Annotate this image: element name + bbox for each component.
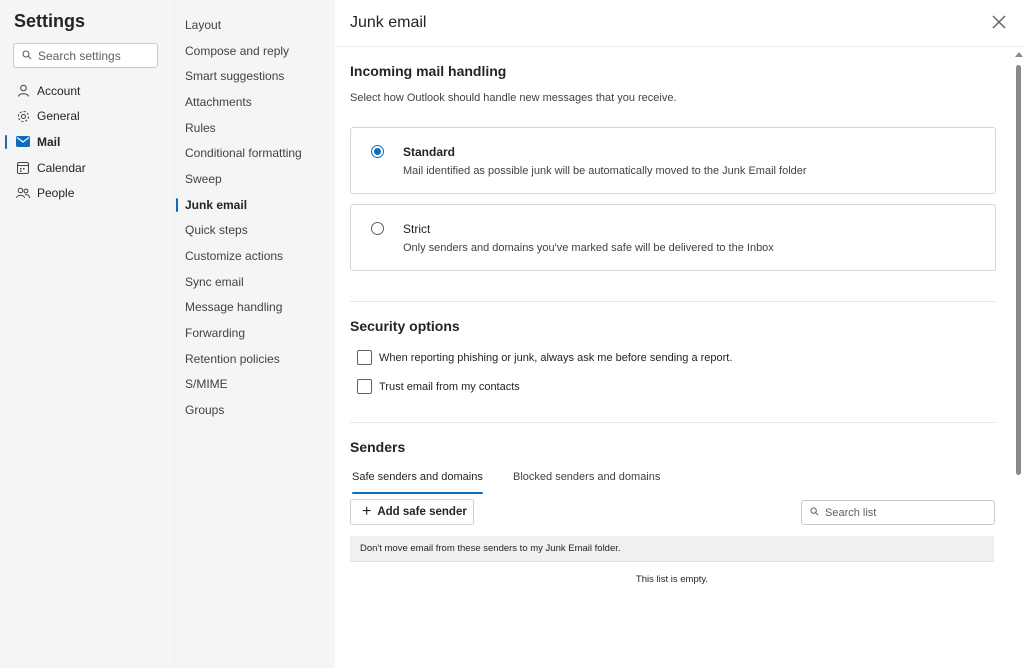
subnav-item-customize-actions[interactable]: Customize actions <box>175 243 336 269</box>
person-icon <box>16 84 30 98</box>
mail-settings-list: Layout Compose and reply Smart suggestio… <box>175 12 336 423</box>
senders-heading: Senders <box>350 439 406 455</box>
subnav-item-sweep[interactable]: Sweep <box>175 166 336 192</box>
empty-list-message: This list is empty. <box>635 574 709 585</box>
phishing-report-option[interactable]: When reporting phishing or junk, always … <box>357 350 732 365</box>
page-title: Junk email <box>350 14 427 31</box>
nav-item-label: People <box>37 186 75 201</box>
subnav-item-message-handling[interactable]: Message handling <box>175 295 336 321</box>
search-icon <box>810 506 825 519</box>
nav-item-label: Mail <box>37 134 61 149</box>
subnav-item-groups[interactable]: Groups <box>175 397 336 423</box>
calendar-icon <box>16 161 30 175</box>
plus-icon: + <box>362 503 372 520</box>
subnav-item-conditional-formatting[interactable]: Conditional formatting <box>175 140 336 166</box>
section-divider <box>350 301 996 302</box>
subnav-item-sync-email[interactable]: Sync email <box>175 269 336 295</box>
panel-header: Junk email <box>335 0 1024 47</box>
standard-option-card[interactable]: Standard Mail identified as possible jun… <box>350 127 996 194</box>
subnav-item-rules[interactable]: Rules <box>175 115 336 141</box>
subnav-item-smart-suggestions[interactable]: Smart suggestions <box>175 63 336 89</box>
add-safe-sender-button[interactable]: + Add safe sender <box>350 499 474 525</box>
search-list-placeholder: Search list <box>825 506 877 519</box>
subnav-item-compose-and-reply[interactable]: Compose and reply <box>175 38 336 64</box>
strict-description: Only senders and domains you've marked s… <box>403 242 774 254</box>
subnav-item-smime[interactable]: S/MIME <box>175 372 336 398</box>
search-settings-input[interactable]: Search settings <box>13 43 158 68</box>
standard-description: Mail identified as possible junk will be… <box>403 165 807 177</box>
people-icon <box>16 186 30 200</box>
phishing-report-label: When reporting phishing or junk, always … <box>379 351 733 364</box>
trust-contacts-option[interactable]: Trust email from my contacts <box>357 379 520 394</box>
close-icon <box>992 15 1006 29</box>
strict-radio[interactable] <box>371 222 384 235</box>
standard-label: Standard <box>403 145 456 159</box>
scroll-up-arrow[interactable] <box>1015 52 1023 57</box>
search-list-input[interactable]: Search list <box>801 500 995 525</box>
nav-item-general[interactable]: General <box>0 104 174 130</box>
standard-radio[interactable] <box>371 145 384 158</box>
subnav-item-attachments[interactable]: Attachments <box>175 89 336 115</box>
incoming-mail-heading: Incoming mail handling <box>350 63 507 79</box>
search-icon <box>22 49 38 63</box>
search-settings-placeholder: Search settings <box>38 48 121 63</box>
nav-list: Account General Mail Calendar People <box>0 78 174 206</box>
subnav-item-junk-email[interactable]: Junk email <box>175 192 336 218</box>
incoming-mail-description: Select how Outlook should handle new mes… <box>350 92 677 104</box>
nav-item-account[interactable]: Account <box>0 78 174 104</box>
subnav-item-quick-steps[interactable]: Quick steps <box>175 218 336 244</box>
close-button[interactable] <box>990 13 1008 31</box>
subnav-item-forwarding[interactable]: Forwarding <box>175 320 336 346</box>
nav-item-people[interactable]: People <box>0 180 174 206</box>
phishing-report-checkbox[interactable] <box>357 350 372 365</box>
settings-title: Settings <box>14 11 86 31</box>
nav-item-mail[interactable]: Mail <box>0 129 174 155</box>
nav-item-label: Account <box>37 83 81 98</box>
tab-blocked-senders[interactable]: Blocked senders and domains <box>513 471 660 491</box>
nav-item-label: Calendar <box>37 160 86 175</box>
add-safe-sender-label: Add safe sender <box>377 506 467 518</box>
junk-email-panel: Junk email Incoming mail handling Select… <box>335 0 1024 668</box>
strict-label: Strict <box>403 222 431 236</box>
mail-icon <box>16 135 30 149</box>
strict-option-card[interactable]: Strict Only senders and domains you've m… <box>350 204 996 271</box>
subnav-item-layout[interactable]: Layout <box>175 12 336 38</box>
scrollbar-thumb[interactable] <box>1016 65 1021 475</box>
section-divider <box>350 422 996 423</box>
gear-icon <box>16 109 30 123</box>
mail-settings-nav: Layout Compose and reply Smart suggestio… <box>174 0 335 668</box>
nav-item-label: General <box>37 109 80 124</box>
nav-item-calendar[interactable]: Calendar <box>0 155 174 181</box>
settings-nav: Settings Search settings Account General… <box>0 0 174 668</box>
trust-contacts-label: Trust email from my contacts <box>379 380 520 393</box>
security-options-heading: Security options <box>350 318 460 334</box>
tab-safe-senders[interactable]: Safe senders and domains <box>352 471 483 494</box>
safe-senders-list-header: Don't move email from these senders to m… <box>350 536 994 562</box>
subnav-item-retention-policies[interactable]: Retention policies <box>175 346 336 372</box>
trust-contacts-checkbox[interactable] <box>357 379 372 394</box>
